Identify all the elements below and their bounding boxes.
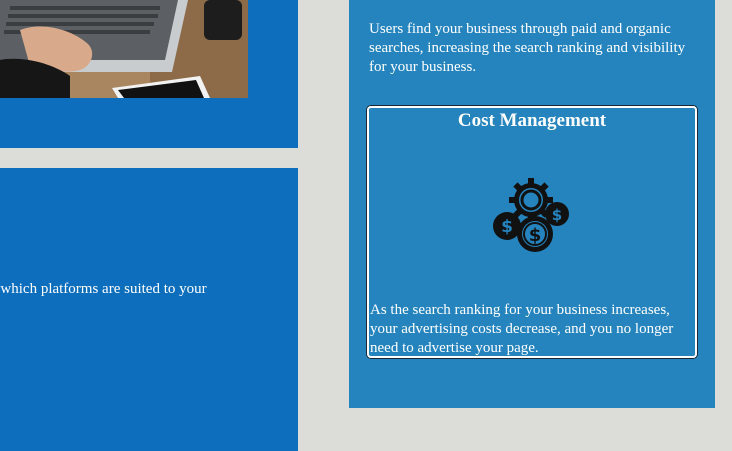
right-panel: Users find your business through paid an… [349,0,715,408]
svg-text:$: $ [501,217,513,237]
card-title: Cost Management [457,110,607,131]
left-panel-text: e which platforms are suited to your [0,281,207,297]
svg-text:$: $ [529,225,542,246]
card-text: As the search ranking for your business … [370,302,674,356]
gear-money-icon: $ $ $ [493,178,569,252]
laptop-photo [0,0,248,98]
intro-text: Users find your business through paid an… [369,21,686,75]
left-top-panel [0,0,298,148]
svg-text:$: $ [552,206,562,224]
cost-management-card: Cost Management $ $ $ As the search rank… [367,106,697,358]
laptop-photo-drawing [0,0,248,98]
left-bottom-panel: e which platforms are suited to your [0,168,298,451]
